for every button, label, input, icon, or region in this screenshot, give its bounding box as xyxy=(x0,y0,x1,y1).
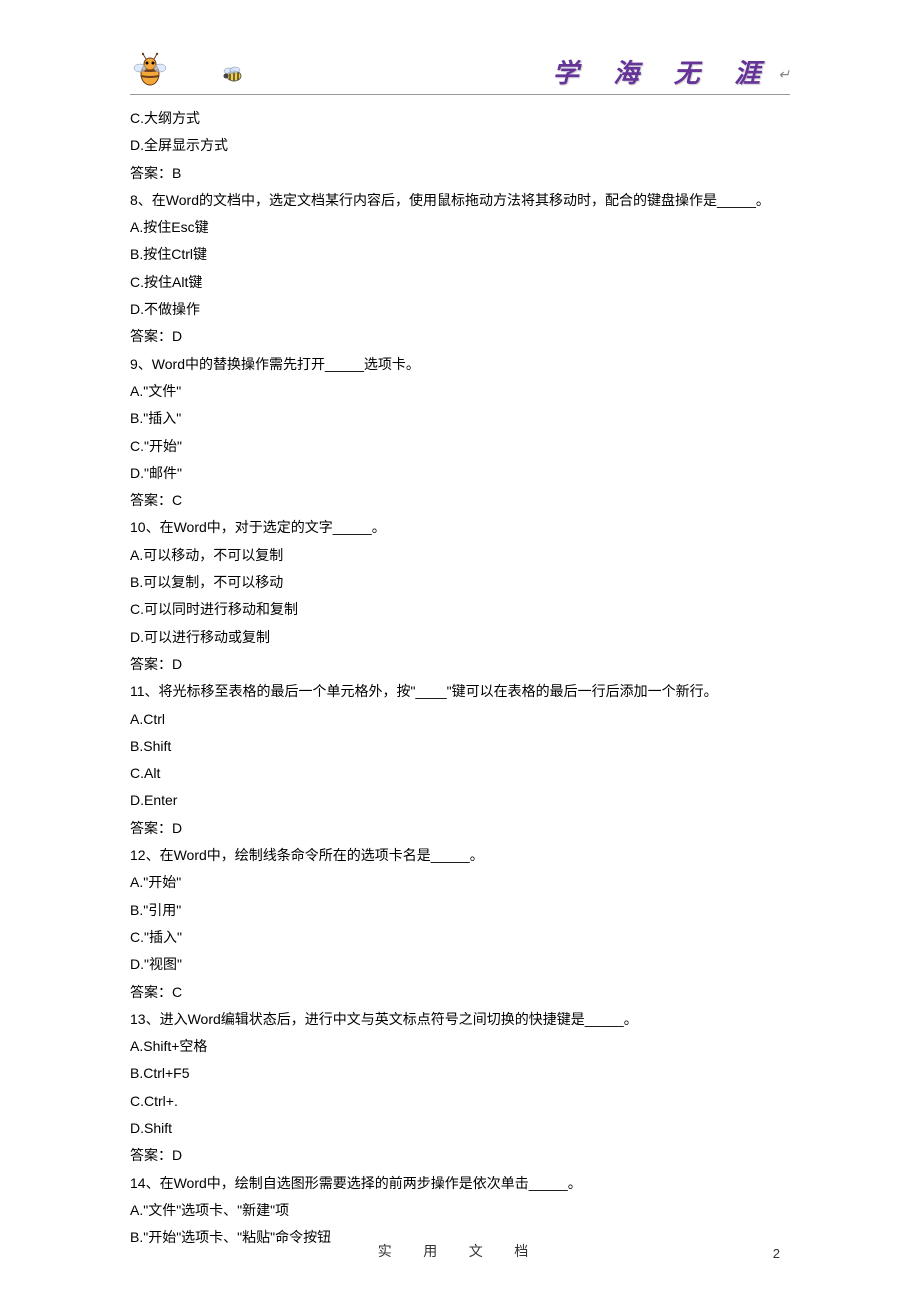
text-line: 12、在Word中，绘制线条命令所在的选项卡名是_____。 xyxy=(130,842,790,869)
text-line: C.大纲方式 xyxy=(130,105,790,132)
text-line: B.Shift xyxy=(130,733,790,760)
text-line: D.全屏显示方式 xyxy=(130,132,790,159)
text-line: 10、在Word中，对于选定的文字_____。 xyxy=(130,514,790,541)
text-line: 答案：D xyxy=(130,815,790,842)
text-line: 11、将光标移至表格的最后一个单元格外，按"____"键可以在表格的最后一行后添… xyxy=(130,678,790,705)
text-line: C.按住Alt键 xyxy=(130,269,790,296)
text-line: B.可以复制，不可以移动 xyxy=(130,569,790,596)
text-line: C."插入" xyxy=(130,924,790,951)
text-line: A.Shift+空格 xyxy=(130,1033,790,1060)
text-line: B.Ctrl+F5 xyxy=(130,1060,790,1087)
text-line: A.Ctrl xyxy=(130,706,790,733)
header-right: 学 海 无 涯 ↵ xyxy=(553,53,790,90)
text-line: A.可以移动，不可以复制 xyxy=(130,542,790,569)
text-line: A."文件" xyxy=(130,378,790,405)
document-body: C.大纲方式D.全屏显示方式答案：B8、在Word的文档中，选定文档某行内容后，… xyxy=(130,105,790,1251)
text-line: C.可以同时进行移动和复制 xyxy=(130,596,790,623)
text-line: D."视图" xyxy=(130,951,790,978)
header-title: 学 海 无 涯 xyxy=(553,53,775,90)
text-line: 答案：C xyxy=(130,979,790,1006)
text-line: 答案：D xyxy=(130,651,790,678)
text-line: 8、在Word的文档中，选定文档某行内容后，使用鼠标拖动方法将其移动时，配合的键… xyxy=(130,187,790,214)
page-header: 学 海 无 涯 ↵ xyxy=(130,40,790,95)
text-line: B."插入" xyxy=(130,405,790,432)
text-line: 答案：B xyxy=(130,160,790,187)
text-line: D.不做操作 xyxy=(130,296,790,323)
text-line: 答案：C xyxy=(130,487,790,514)
document-page: 学 海 无 涯 ↵ C.大纲方式D.全屏显示方式答案：B8、在Word的文档中，… xyxy=(0,0,920,1291)
text-line: C."开始" xyxy=(130,433,790,460)
text-line: A."开始" xyxy=(130,869,790,896)
return-mark-icon: ↵ xyxy=(778,67,790,84)
bee-icon-small xyxy=(220,66,244,84)
footer-text: 实 用 文 档 xyxy=(0,1241,920,1261)
text-line: 答案：D xyxy=(130,323,790,350)
header-left xyxy=(130,50,244,90)
text-line: B."引用" xyxy=(130,897,790,924)
text-line: A."文件"选项卡、"新建"项 xyxy=(130,1197,790,1224)
text-line: D.可以进行移动或复制 xyxy=(130,624,790,651)
text-line: A.按住Esc键 xyxy=(130,214,790,241)
bee-icon-large xyxy=(130,50,170,90)
text-line: B.按住Ctrl键 xyxy=(130,241,790,268)
text-line: D.Shift xyxy=(130,1115,790,1142)
text-line: C.Ctrl+. xyxy=(130,1088,790,1115)
text-line: C.Alt xyxy=(130,760,790,787)
text-line: 14、在Word中，绘制自选图形需要选择的前两步操作是依次单击_____。 xyxy=(130,1170,790,1197)
text-line: D.Enter xyxy=(130,787,790,814)
text-line: 答案：D xyxy=(130,1142,790,1169)
text-line: 13、进入Word编辑状态后，进行中文与英文标点符号之间切换的快捷键是_____… xyxy=(130,1006,790,1033)
text-line: 9、Word中的替换操作需先打开_____选项卡。 xyxy=(130,351,790,378)
page-number: 2 xyxy=(773,1246,780,1261)
text-line: D."邮件" xyxy=(130,460,790,487)
